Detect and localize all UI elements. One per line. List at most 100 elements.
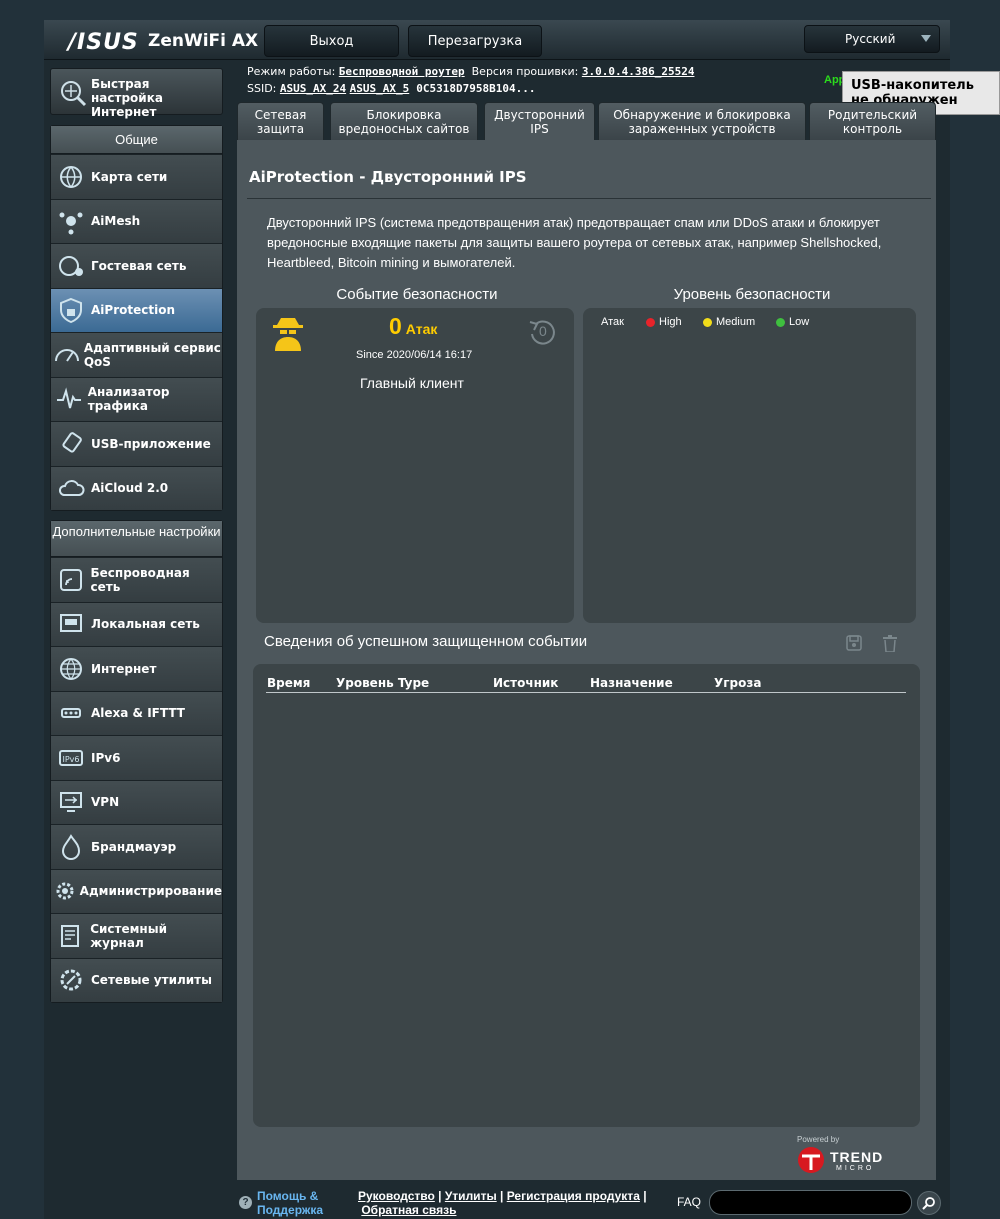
tab-infected-devices[interactable]: Обнаружение и блокировка зараженных устр… [598, 102, 806, 140]
svg-text:IPv6: IPv6 [62, 755, 79, 764]
attack-unit: Атак [405, 321, 438, 337]
since-date: Since 2020/06/14 16:17 [356, 349, 473, 361]
firewall-icon [51, 827, 91, 867]
quick-setup-button[interactable]: Быстрая настройка Интернет [50, 68, 223, 119]
tab-network-protection[interactable]: Сетевая защита [237, 102, 324, 140]
reset-counter-icon[interactable]: 0 [528, 318, 558, 346]
sidebar-item-shield-lock[interactable]: AiProtection [51, 287, 222, 332]
sidebar-item-label: Адаптивный сервис QoS [83, 340, 221, 369]
tab-parental-control[interactable]: Родительский контроль [809, 102, 936, 140]
sidebar-item-label: Alexa & IFTTT [91, 706, 185, 721]
cloud-icon [51, 468, 91, 508]
chevron-down-icon [921, 35, 931, 42]
tools-icon [51, 960, 91, 1000]
faq-label: FAQ [677, 1195, 702, 1209]
legend-high-label: High [659, 316, 682, 328]
utils-link[interactable]: Утилиты [445, 1189, 497, 1203]
trash-icon[interactable] [883, 635, 897, 653]
sidebar-item-label: VPN [91, 795, 120, 810]
save-icon[interactable] [846, 635, 862, 651]
low-dot [776, 317, 785, 327]
legend-low-label: Low [789, 316, 810, 328]
manual-link[interactable]: Руководство [358, 1189, 435, 1203]
advanced-header: Дополнительные настройки [51, 521, 222, 557]
alexa-icon [51, 693, 91, 733]
sidebar-item-ipv6[interactable]: IPv6 IPv6 [51, 735, 222, 780]
trend-brand: TREND [830, 1149, 884, 1165]
col-source: Источник [493, 676, 559, 690]
sidebar-item-gear-user[interactable]: Администрирование [51, 868, 222, 913]
status-line-1: Режим работы: Беспроводной роутер Версия… [247, 65, 694, 78]
log-icon [51, 916, 90, 956]
sidebar-item-vpn[interactable]: VPN [51, 779, 222, 824]
sidebar-item-label: Анализатор трафика [87, 385, 170, 414]
tab-two-way-ips[interactable]: Двусторонний IPS [484, 102, 595, 140]
wireless-icon [51, 560, 91, 600]
faq-search-input[interactable] [709, 1190, 912, 1215]
firmware-link[interactable]: 3.0.0.4.386_25524 [582, 65, 695, 78]
usb-icon [51, 424, 91, 464]
page-title: AiProtection - Двусторонний IPS [249, 168, 527, 186]
sidebar-item-label: Системный журнал [90, 921, 167, 950]
sidebar-item-globe[interactable]: Интернет [51, 646, 222, 691]
sidebar-item-log[interactable]: Системный журнал [51, 913, 222, 958]
firmware-label: Версия прошивки: [471, 65, 579, 78]
sidebar-item-aimesh[interactable]: AiMesh [51, 198, 222, 243]
security-level-title: Уровень безопасности [673, 286, 831, 303]
sidebar-item-globe-network[interactable]: Карта сети [51, 154, 222, 199]
help-link[interactable]: Помощь & Поддержка [257, 1189, 337, 1217]
sidebar-item-label: USB-приложение [91, 436, 211, 451]
ssid-3: 0C5318D7958B104... [416, 82, 536, 95]
feedback-link[interactable]: Обратная связь [361, 1203, 456, 1217]
col-level-type: Уровень Type [336, 676, 430, 690]
attack-count: 0 [389, 313, 402, 339]
powered-by: Powered by [797, 1135, 840, 1144]
language-value: Русский [845, 32, 896, 46]
sidebar-item-alexa[interactable]: Alexa & IFTTT [51, 690, 222, 735]
sidebar-item-firewall[interactable]: Брандмауэр [51, 824, 222, 869]
description: Двусторонний IPS (система предотвращения… [267, 215, 882, 270]
sidebar-item-label: IPv6 [91, 750, 121, 765]
medium-dot [703, 317, 712, 327]
sidebar-item-wireless[interactable]: Беспроводная сеть [51, 557, 222, 602]
sidebar-item-usb[interactable]: USB-приложение [51, 421, 222, 466]
ssid-label: SSID: [247, 82, 277, 95]
sidebar-item-speedometer[interactable]: Адаптивный сервис QoS [51, 332, 222, 377]
search-icon [922, 1197, 935, 1210]
spy-icon [271, 315, 305, 351]
sidebar-item-cloud[interactable]: AiCloud 2.0 [51, 465, 222, 510]
legend-high: High [646, 316, 682, 328]
ssid-link-5[interactable]: ASUS_AX_5 [350, 82, 410, 95]
sidebar-item-label: Интернет [91, 661, 157, 676]
speedometer-icon [51, 335, 84, 375]
sidebar-item-tools[interactable]: Сетевые утилиты [51, 957, 222, 1002]
col-threat: Угроза [714, 676, 762, 690]
shield-lock-icon [51, 290, 91, 330]
general-header: Общие [51, 126, 222, 154]
tab-malicious-sites[interactable]: Блокировка вредоносных сайтов [330, 102, 478, 140]
sidebar-item-guest-network[interactable]: Гостевая сеть [51, 243, 222, 288]
legend-low: Low [776, 316, 809, 328]
main-client-label: Главный клиент [360, 375, 464, 391]
search-button[interactable] [917, 1191, 941, 1215]
model-name: ZenWiFi AX [148, 31, 259, 51]
sidebar-item-traffic-wave[interactable]: Анализатор трафика [51, 376, 222, 421]
guest-network-icon [51, 246, 91, 286]
mode-label: Режим работы: [247, 65, 336, 78]
sidebar-item-label: Карта сети [91, 169, 168, 184]
language-select[interactable]: Русский [804, 25, 940, 53]
security-event-title: Событие безопасности [336, 286, 498, 303]
ssid-link-24[interactable]: ASUS_AX_24 [280, 82, 346, 95]
logout-button[interactable]: Выход [264, 25, 399, 57]
wand-icon [57, 75, 89, 107]
register-link[interactable]: Регистрация продукта [507, 1189, 640, 1203]
high-dot [646, 317, 655, 327]
status-line-2: SSID: ASUS_AX_24 ASUS_AX_5 0C5318D7958B1… [247, 82, 535, 95]
col-time: Время [267, 676, 311, 690]
globe-icon [51, 649, 91, 689]
reboot-button[interactable]: Перезагрузка [408, 25, 542, 57]
aimesh-icon [51, 201, 91, 241]
trend-sub: MICRO [836, 1165, 875, 1172]
sidebar-item-lan-port[interactable]: Локальная сеть [51, 601, 222, 646]
mode-link[interactable]: Беспроводной роутер [339, 65, 465, 78]
